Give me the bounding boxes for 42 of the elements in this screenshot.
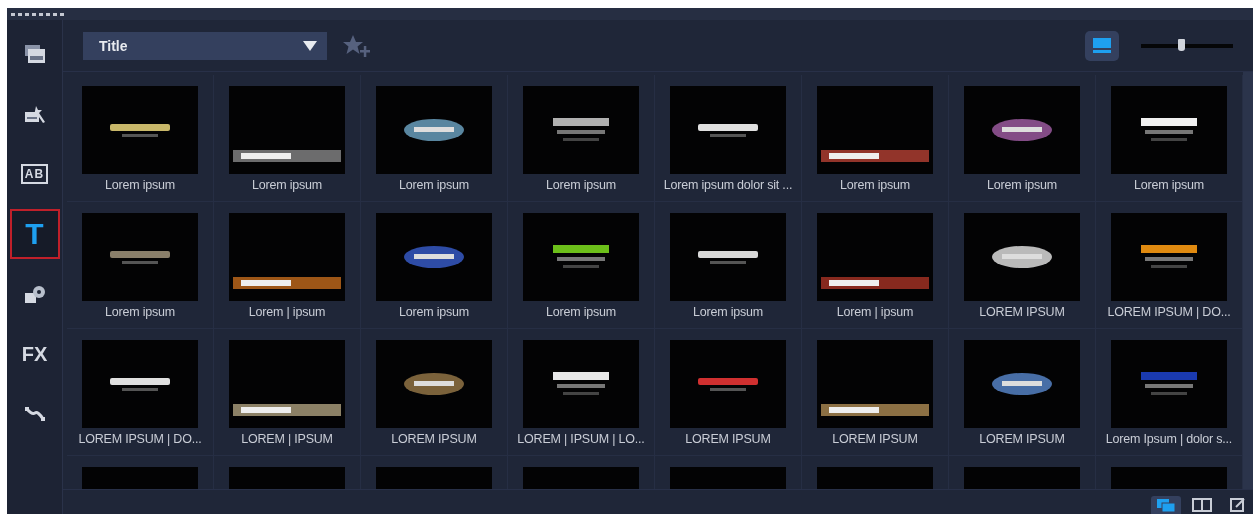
title-label: LOREM IPSUM [685, 432, 771, 446]
title-label: Lorem ipsum [251, 178, 323, 192]
title-label: LOREM | IPSUM [241, 432, 333, 446]
title-label: LOREM IPSUM [979, 305, 1065, 319]
shapes-gear-icon [23, 284, 46, 304]
split-view-icon [1192, 498, 1212, 512]
add-favorite-icon[interactable] [343, 33, 371, 58]
media-library-icon [23, 44, 46, 64]
title-label: Lorem ipsum dolor sit ... [663, 178, 793, 192]
title-label: Lorem | ipsum [248, 305, 326, 319]
title-label: Lorem ipsum [839, 178, 911, 192]
title-label: Lorem ipsum [545, 178, 617, 192]
title-label: LOREM IPSUM | DO... [1107, 305, 1231, 319]
title-label: Lorem ipsum [692, 305, 764, 319]
slider-thumb[interactable] [1177, 38, 1185, 51]
title-label: Lorem ipsum [545, 305, 617, 319]
edit-icon [1230, 498, 1246, 512]
layout-icon [1092, 36, 1112, 55]
title-label: Lorem ipsum [986, 178, 1058, 192]
motion-path-icon [23, 405, 46, 423]
title-label: Lorem ipsum [398, 305, 470, 319]
title-label: LOREM IPSUM [979, 432, 1065, 446]
drag-handle[interactable] [11, 12, 64, 16]
title-label: Lorem ipsum [104, 305, 176, 319]
sidebar-item[interactable]: AB [9, 144, 60, 204]
view-toggle[interactable] [1085, 30, 1119, 61]
title-label: LOREM IPSUM [391, 432, 477, 446]
sidebar-item[interactable]: T [9, 209, 60, 259]
title-label: Lorem ipsum [1133, 178, 1205, 192]
sidebar-item[interactable]: FX [9, 324, 60, 384]
title-label: Lorem ipsum [398, 178, 470, 192]
title-label: LOREM | IPSUM | LO... [517, 432, 645, 446]
title-label: LOREM IPSUM | DO... [78, 432, 202, 446]
title-label: Lorem ipsum [104, 178, 176, 192]
title-label: Lorem | ipsum [836, 305, 914, 319]
title-label: Lorem Ipsum | dolor s... [1105, 432, 1233, 446]
caret-icon [303, 40, 317, 51]
category-dropdown[interactable]: Title [83, 31, 327, 60]
film-wand-icon [23, 104, 46, 124]
title-label: LOREM IPSUM [832, 432, 918, 446]
zoom-slider[interactable] [1141, 38, 1233, 53]
stacked-windows-icon [1156, 498, 1176, 512]
